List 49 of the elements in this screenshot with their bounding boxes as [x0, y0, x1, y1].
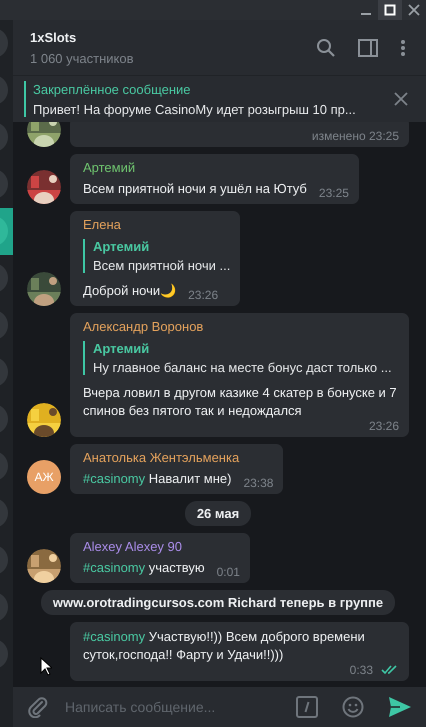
sender-name[interactable]: Елена	[83, 217, 230, 232]
command-icon[interactable]	[296, 696, 318, 718]
maximize-button[interactable]	[378, 0, 402, 20]
reply-quote[interactable]: Артемий Всем приятной ночи ...	[83, 239, 230, 273]
service-message: www.orotradingcursos.com Richard теперь в группе	[40, 590, 396, 615]
hashtag-link[interactable]: #casinomy	[83, 629, 146, 644]
message-time: изменено 23:25	[312, 129, 399, 143]
reply-text: Всем приятной ночи ...	[93, 258, 230, 273]
chat-title: 1xSlots	[30, 30, 78, 44]
message-text: Всем приятной ночи я ушёл на Ютуб	[83, 180, 307, 198]
emoji-icon[interactable]	[342, 696, 364, 718]
close-icon	[408, 4, 420, 16]
message-time: 0:33	[350, 663, 373, 677]
minimize-icon	[361, 13, 371, 15]
mouse-cursor-icon	[40, 657, 52, 676]
reply-quote[interactable]: Артемий Ну главное баланс на месте бонус даст только ...	[83, 341, 399, 375]
close-icon[interactable]	[394, 92, 408, 106]
paperclip-icon[interactable]	[27, 696, 49, 718]
pinned-label: Закреплённое сообщение	[33, 82, 192, 96]
message-text: #casinomy участвую	[83, 559, 205, 577]
sender-name[interactable]: Alexey Alexey 90	[83, 539, 240, 554]
send-icon[interactable]	[388, 696, 412, 718]
member-count: 1 060 участников	[30, 50, 135, 66]
message-time: 23:38	[243, 476, 274, 490]
more-icon[interactable]	[400, 38, 406, 56]
hashtag-link[interactable]: #casinomy	[83, 560, 146, 575]
chat-list-item[interactable]	[0, 208, 13, 255]
avatar: АЖ	[27, 460, 61, 494]
sender-name[interactable]: Александр Воронов	[83, 319, 399, 334]
pinned-text: Привет! На форуме CasinoMy идет розыгрыш 10 пр...	[33, 102, 357, 116]
pinned-message-bar[interactable]: Закреплённое сообщение Привет! На форуме CasinoMy идет розыгрыш 10 пр...	[13, 76, 426, 122]
message-text: Доброй ночи🌙	[83, 282, 176, 300]
date-divider: 26 мая	[184, 501, 252, 526]
message-time: 23:26	[188, 288, 218, 302]
reply-author: Артемий	[93, 239, 150, 254]
search-icon[interactable]	[316, 38, 336, 58]
message-text: Вчера ловил в другом казике 4 скатер в бонуске и 7 спинов без пятого так и недождался	[83, 384, 398, 420]
hashtag-link[interactable]: #casinomy	[83, 471, 146, 486]
message-time: 23:26	[368, 419, 399, 433]
message-time: 23:25	[318, 186, 349, 200]
sender-name[interactable]: Артемий	[83, 160, 349, 175]
message-time: 0:01	[216, 565, 240, 579]
maximize-icon	[384, 4, 396, 16]
message-text: #casinomy Участвую!!)) Всем доброго времени суток,господа!! Фарту и Удачи!!)))	[83, 628, 366, 664]
message-text: #casinomy Навалит мне)	[83, 470, 232, 488]
reply-text: Ну главное баланс на месте бонус даст только ...	[93, 360, 393, 375]
reply-author: Артемий	[93, 341, 150, 356]
sidebar-toggle-icon[interactable]	[358, 38, 378, 56]
sender-name[interactable]: Анатолька Жентэльменка	[83, 450, 274, 465]
